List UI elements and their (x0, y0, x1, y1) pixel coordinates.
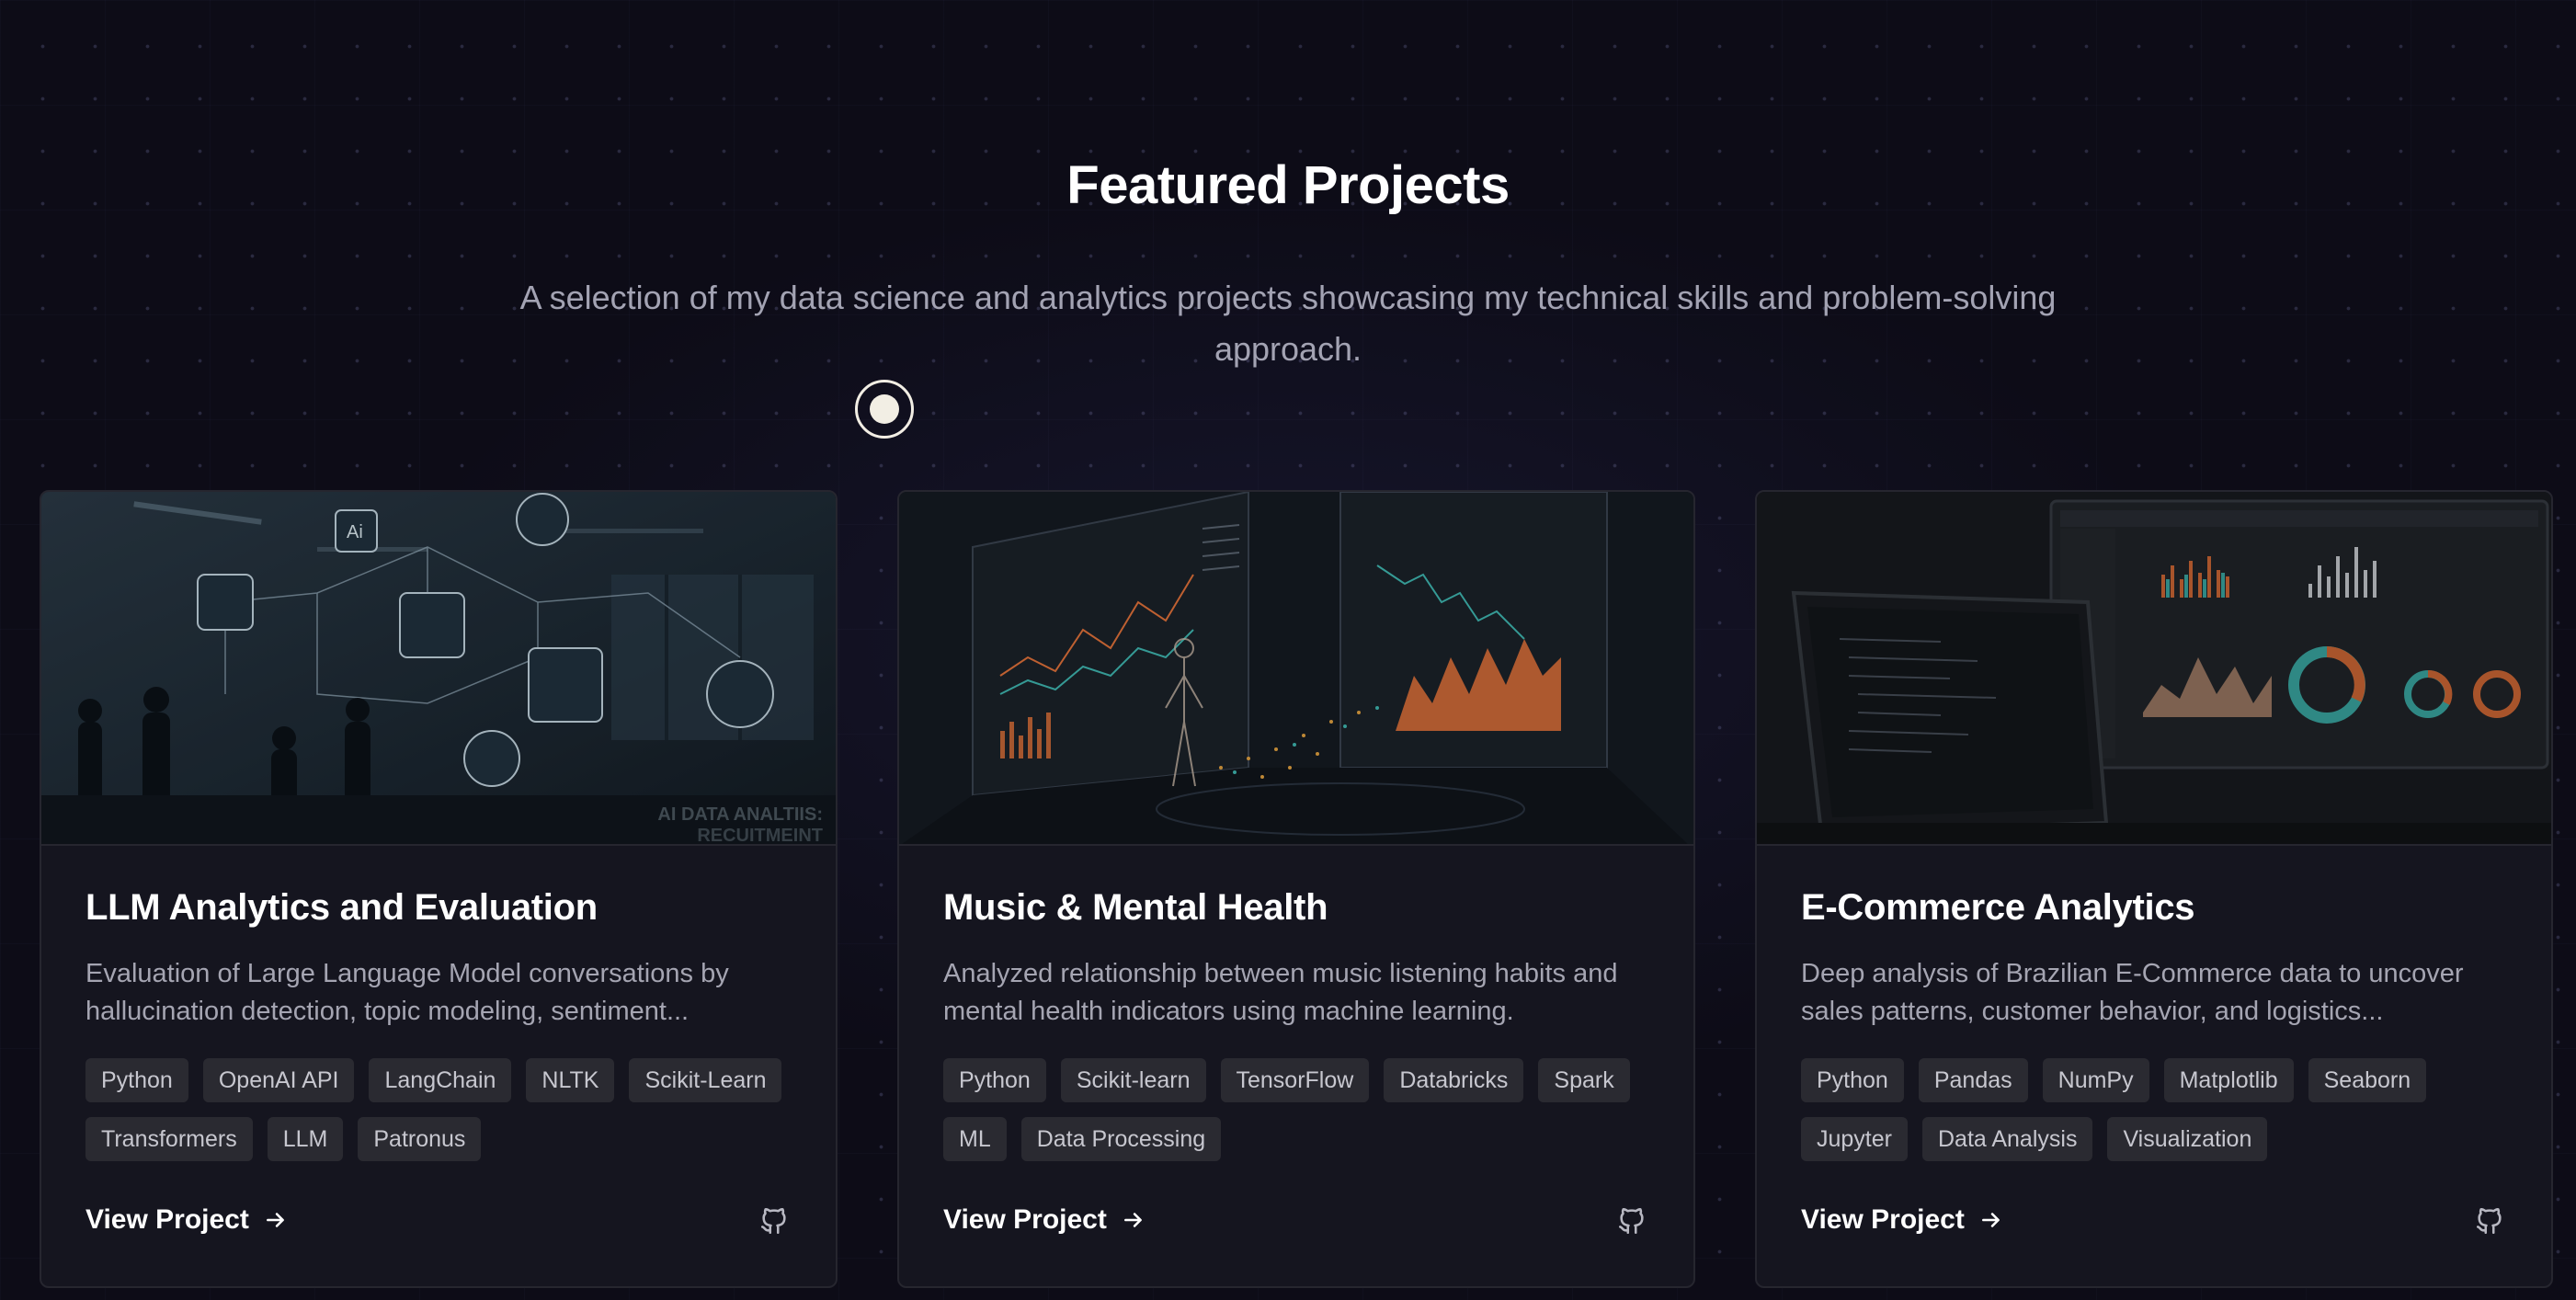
tag: Scikit-Learn (629, 1058, 782, 1102)
project-title: Music & Mental Health (943, 887, 1328, 928)
tag: NLTK (526, 1058, 615, 1102)
github-icon[interactable] (758, 1205, 790, 1237)
tag-list: Python Pandas NumPy Matplotlib Seaborn J… (1801, 1058, 2527, 1161)
tag: Patronus (358, 1117, 482, 1161)
view-project-label: View Project (943, 1204, 1107, 1235)
tag: TensorFlow (1220, 1058, 1370, 1102)
tag: Matplotlib (2163, 1058, 2294, 1102)
view-project-label: View Project (85, 1204, 249, 1235)
project-card-ecommerce-analytics[interactable]: E-Commerce Analytics Deep analysis of Br… (1755, 490, 2553, 1288)
project-image-music-mental-health (899, 492, 1693, 846)
arrow-right-icon (266, 1213, 284, 1227)
view-project-link[interactable]: View Project (85, 1204, 288, 1236)
tag: Python (943, 1058, 1046, 1102)
cursor-dot (870, 394, 899, 424)
tag: Data Processing (1020, 1117, 1222, 1161)
project-title: LLM Analytics and Evaluation (85, 887, 598, 928)
tag: Databricks (1384, 1058, 1524, 1102)
github-icon[interactable] (1616, 1205, 1647, 1237)
tag: NumPy (2042, 1058, 2149, 1102)
tag-list: Python Scikit-learn TensorFlow Databrick… (943, 1058, 1670, 1161)
tag: Spark (1538, 1058, 1630, 1102)
section-subtitle: A selection of my data science and analy… (519, 279, 2057, 368)
project-card-music-mental-health[interactable]: Music & Mental Health Analyzed relations… (897, 490, 1695, 1288)
tag: LLM (267, 1117, 344, 1161)
project-card-llm-analytics[interactable]: Ai AI DATA ANALTIIS: RECUITMEINT LLM Ana… (40, 490, 838, 1288)
tag: LangChain (369, 1058, 512, 1102)
tag: Python (1801, 1058, 1904, 1102)
tag: Scikit-learn (1060, 1058, 1206, 1102)
tag: Data Analysis (1921, 1117, 2093, 1161)
cursor-indicator (855, 380, 914, 439)
tag: OpenAI API (202, 1058, 355, 1102)
project-title: E-Commerce Analytics (1801, 887, 2195, 928)
github-icon[interactable] (2474, 1205, 2505, 1237)
featured-projects-section: Featured Projects A selection of my data… (0, 0, 2576, 1300)
section-title: Featured Projects (1066, 155, 1510, 215)
arrow-right-icon (1123, 1213, 1142, 1227)
tag: ML (943, 1117, 1007, 1161)
tag: Python (85, 1058, 188, 1102)
project-image-ecommerce-analytics (1757, 492, 2551, 846)
project-description: Deep analysis of Brazilian E-Commerce da… (1801, 959, 2464, 1026)
tag: Pandas (1918, 1058, 2028, 1102)
project-description: Analyzed relationship between music list… (943, 959, 1618, 1026)
tag: Jupyter (1801, 1117, 1908, 1161)
tag: Transformers (85, 1117, 253, 1161)
project-description: Evaluation of Large Language Model conve… (85, 959, 729, 1026)
view-project-link[interactable]: View Project (943, 1204, 1146, 1236)
view-project-label: View Project (1801, 1204, 1965, 1235)
arrow-right-icon (1981, 1213, 2000, 1227)
project-image-llm-analytics: Ai AI DATA ANALTIIS: RECUITMEINT (41, 492, 836, 846)
tag: Seaborn (2308, 1058, 2427, 1102)
view-project-link[interactable]: View Project (1801, 1204, 2003, 1236)
tag-list: Python OpenAI API LangChain NLTK Scikit-… (85, 1058, 812, 1161)
tag: Visualization (2107, 1117, 2268, 1161)
